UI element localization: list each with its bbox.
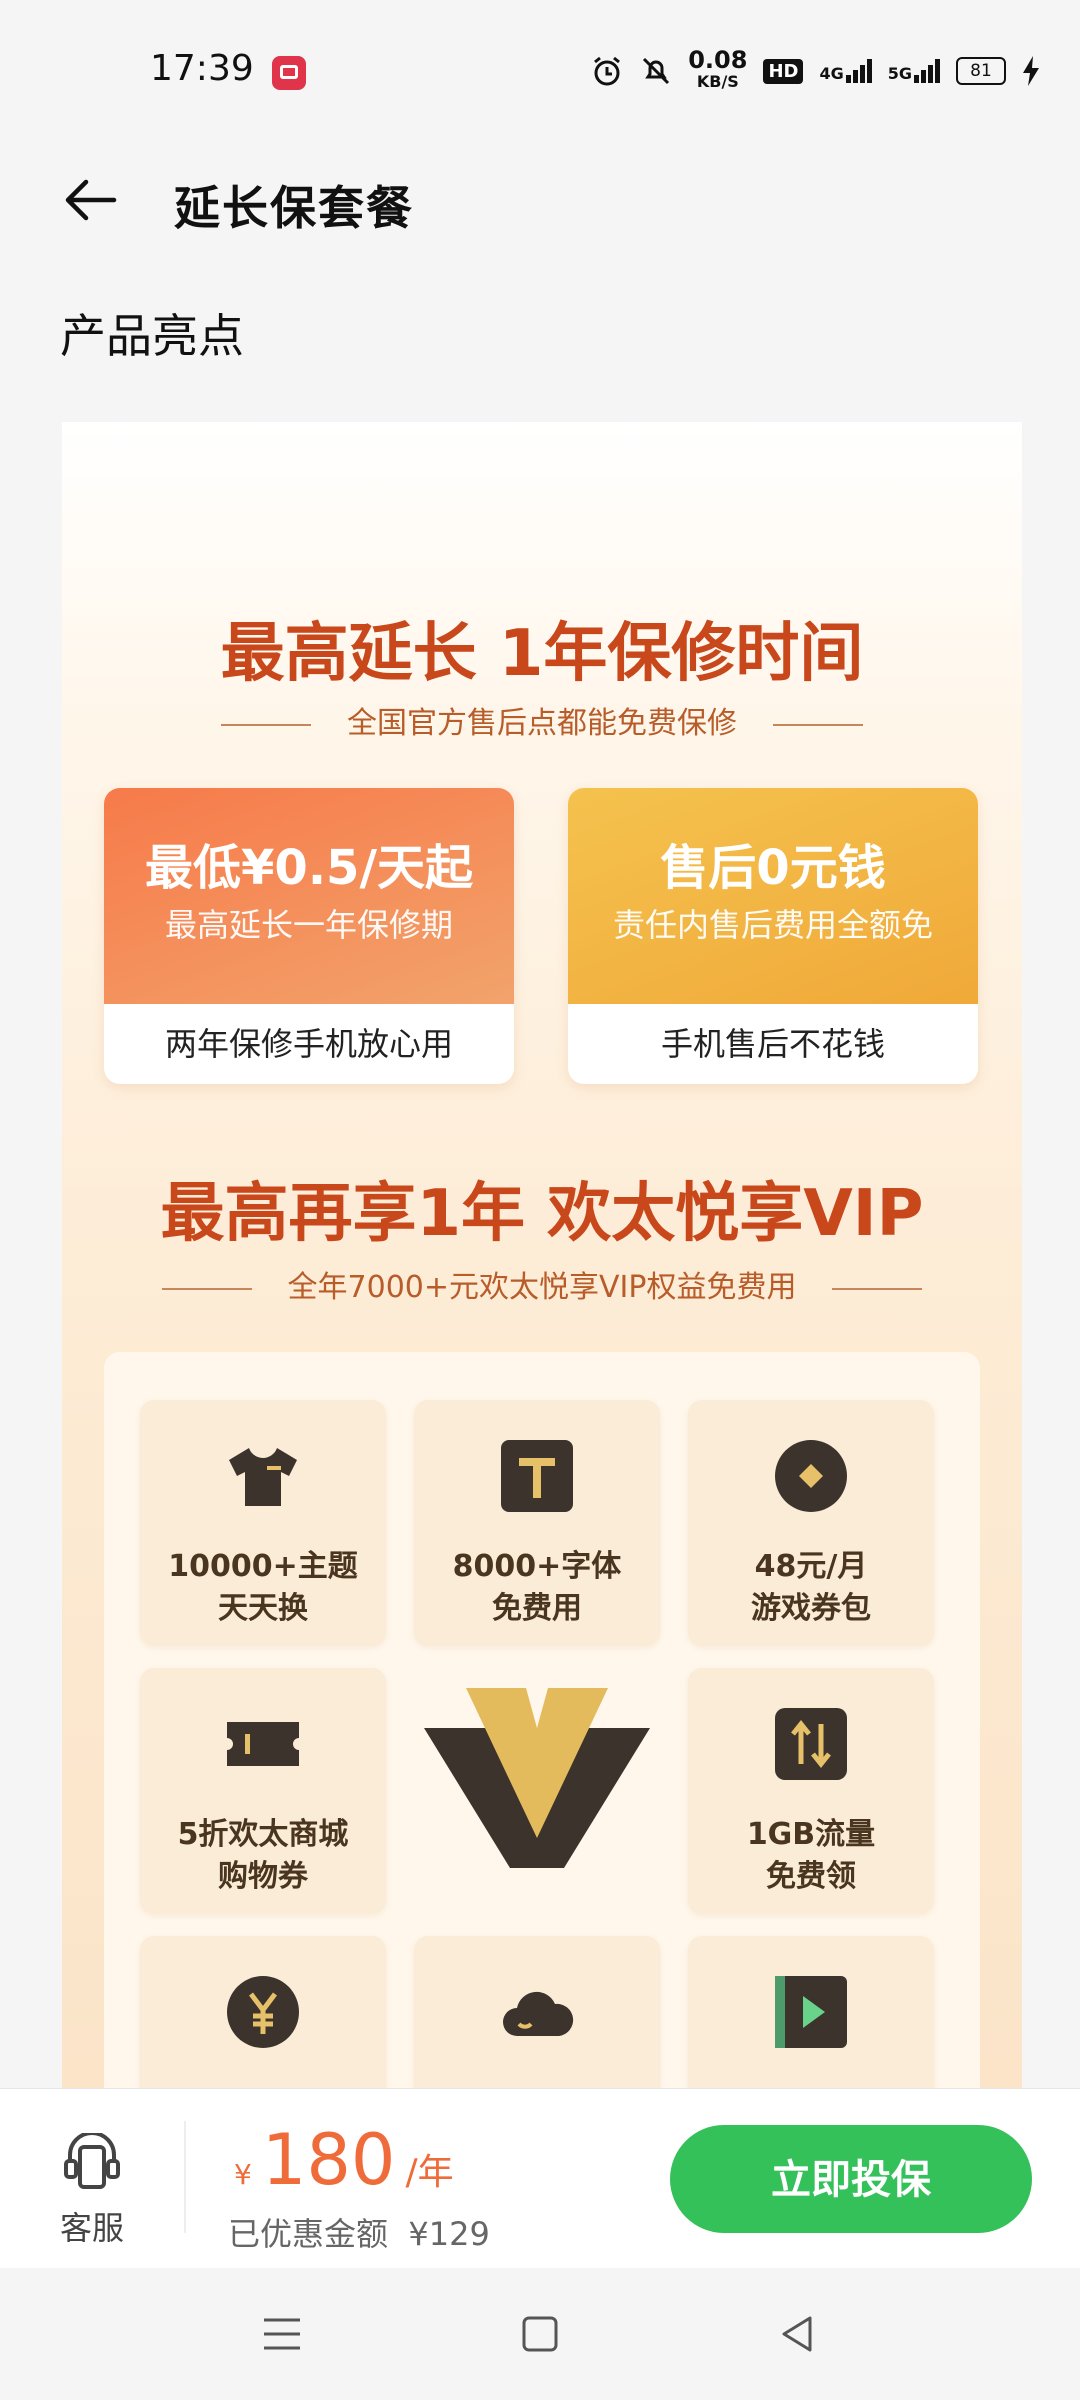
net-speed: 0.08 KB/S [688, 46, 748, 93]
vip-tile-mall: 5折欢太商城 购物券 [140, 1668, 386, 1914]
game-coin-icon [775, 1440, 847, 1512]
alarm-icon [594, 56, 621, 86]
notification-app-icon [272, 56, 306, 90]
tile-line1: 10000+主题 [168, 1549, 358, 1584]
vip-benefits-grid: 10000+主题 天天换 8000+字体 免费用 48元/月游戏券包 5折欢太商城购… [104, 1352, 980, 2092]
card-subtitle: 责任内售后费用全额免 [612, 906, 933, 944]
tile-line2: 天天换 [218, 1591, 308, 1626]
promo-banner: 最高延长 1年保修时间 全国官方售后点都能免费保修 最低¥0.5/天起 最高延长… [62, 422, 1022, 2092]
tile-label: 48元/月游戏券包 [688, 1546, 934, 1630]
page-title: 延长保套餐 [174, 181, 414, 235]
card-head: 最低¥0.5/天起 最高延长一年保修期 [104, 788, 514, 1004]
section-title: 产品亮点 [60, 309, 244, 363]
card-head: 售后0元钱 责任内售后费用全额免 [568, 788, 978, 1004]
tile-label: 10000+主题 天天换 [140, 1546, 386, 1630]
tile-label: 5折欢太商城 购物券 [140, 1814, 386, 1898]
promo-subline-text: 全年7000+元欢太悦享VIP权益免费用 [287, 1270, 797, 1305]
vip-tile-game: 48元/月游戏券包 [688, 1400, 934, 1646]
discount-value: ¥129 [408, 2215, 490, 2253]
card-footer: 手机售后不花钱 [660, 1025, 885, 1063]
divider [184, 2121, 186, 2233]
buy-now-button[interactable]: 立即投保 [670, 2125, 1032, 2233]
status-time: 17:39 [150, 48, 254, 89]
discount-label: 已优惠金额 [228, 2215, 389, 2253]
price-currency: ¥ [234, 2158, 252, 2191]
status-icons: 0.08 KB/S HD 4G 5G 81 [590, 46, 1040, 96]
tile-line1: 48元/月 [754, 1549, 868, 1584]
app-bar: 延长保套餐 [0, 140, 1080, 260]
price-value: 180 [261, 2119, 396, 2201]
tile-line2: 购物券 [218, 1859, 308, 1894]
card-title: 售后0元钱 [660, 840, 886, 896]
tile-line1: 8000+字体 [452, 1549, 622, 1584]
back-arrow-icon [65, 179, 117, 221]
back-button[interactable] [60, 170, 130, 230]
card-subtitle: 最高延长一年保修期 [164, 906, 453, 944]
card-footer: 两年保修手机放心用 [164, 1025, 453, 1063]
price: ¥180/年 [234, 2119, 454, 2201]
net-speed-unit: KB/S [696, 72, 739, 91]
price-unit: /年 [405, 2152, 454, 2193]
vip-tile-data: 1GB流量免费领 [688, 1668, 934, 1914]
tile-line1: 1GB流量 [746, 1817, 876, 1852]
promo-subline-warranty: 全国官方售后点都能免费保修 [62, 698, 1022, 742]
discount-info: 已优惠金额 ¥129 [228, 2209, 490, 2255]
benefit-card-free-repair: 售后0元钱 责任内售后费用全额免 手机售后不花钱 [568, 788, 978, 1084]
vip-tile-coin [140, 1936, 386, 2092]
battery-icon: 81 [956, 57, 1006, 85]
hd-badge: HD [763, 58, 804, 84]
vip-tile-cloud [414, 1936, 660, 2092]
customer-service-label: 客服 [59, 2209, 124, 2247]
purchase-bar: 客服 ¥180/年 已优惠金额 ¥129 立即投保 [0, 2088, 1080, 2269]
tile-line2: 免费用 [492, 1591, 582, 1626]
sim2-label: 5G [887, 64, 912, 83]
vip-logo [414, 1668, 660, 1914]
vip-v-logo-icon [424, 1688, 650, 1868]
card-title: 最低¥0.5/天起 [145, 840, 473, 896]
signal-sim2: 5G [888, 59, 940, 83]
data-transfer-icon [775, 1708, 847, 1780]
font-icon [501, 1440, 573, 1512]
vip-tile-fonts: 8000+字体 免费用 [414, 1400, 660, 1646]
cloud-icon [503, 1991, 574, 2036]
vip-tile-video [688, 1936, 934, 2092]
video-play-icon [775, 1976, 847, 2048]
status-bar: 17:39 0.08 KB/S HD 4G 5G 81 [0, 0, 1080, 140]
sim1-label: 4G [819, 64, 844, 83]
tile-label: 1GB流量免费领 [688, 1814, 934, 1898]
mute-bell-icon [643, 57, 670, 85]
menu-icon[interactable] [258, 2310, 306, 2358]
tile-line1: 5折欢太商城 [177, 1817, 349, 1852]
tile-line2: 免费领 [766, 1859, 856, 1894]
system-nav-bar [0, 2268, 1080, 2400]
headset-phone-icon [64, 2131, 120, 2189]
benefit-card-price: 最低¥0.5/天起 最高延长一年保修期 两年保修手机放心用 [104, 788, 514, 1084]
promo-subline-text: 全国官方售后点都能免费保修 [347, 706, 737, 741]
yuan-coin-icon [227, 1976, 299, 2048]
charging-icon [1023, 56, 1039, 86]
back-triangle-icon[interactable] [774, 2310, 822, 2358]
tshirt-icon [229, 1448, 297, 1506]
signal-sim1: 4G [819, 59, 872, 83]
promo-subline-vip: 全年7000+元欢太悦享VIP权益免费用 [62, 1262, 1022, 1306]
promo-headline-vip: 最高再享1年 欢太悦享VIP [160, 1177, 924, 1251]
home-square-icon[interactable] [516, 2310, 564, 2358]
customer-service-button[interactable]: 客服 [52, 2131, 132, 2249]
tile-line2: 游戏券包 [751, 1591, 871, 1626]
promo-headline-warranty: 最高延长 1年保修时间 [220, 617, 864, 691]
ticket-icon [227, 1722, 299, 1766]
net-speed-value: 0.08 [688, 46, 748, 74]
tile-label: 8000+字体 免费用 [414, 1546, 660, 1630]
vip-tile-themes: 10000+主题 天天换 [140, 1400, 386, 1646]
